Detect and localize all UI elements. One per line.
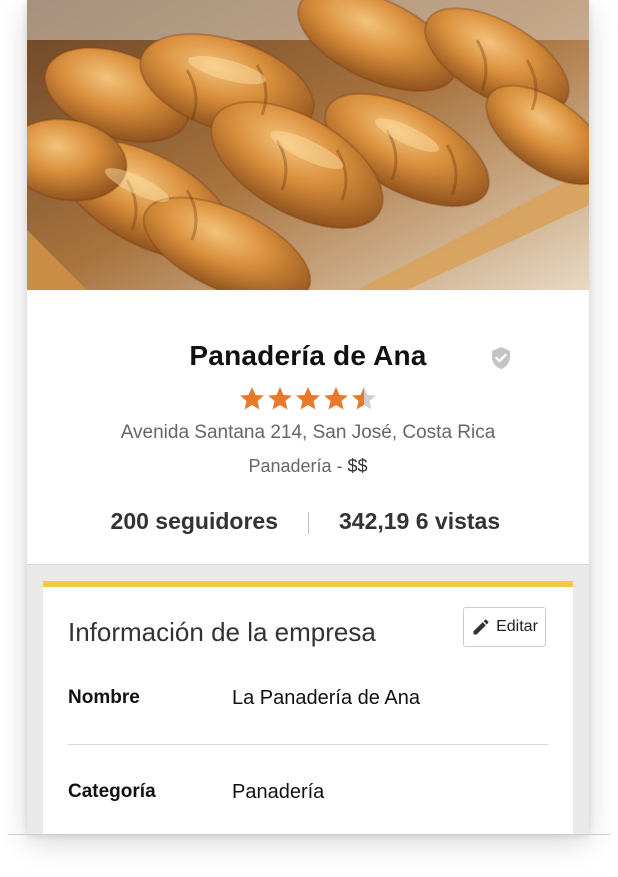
- business-category: Panadería: [248, 456, 332, 476]
- rating-stars: [27, 385, 589, 413]
- star-icon: [296, 387, 320, 410]
- page-bottom-rule: [8, 834, 610, 835]
- business-profile-card: Panadería de Ana Avenida Santana 214, Sa…: [27, 0, 589, 834]
- info-section-background: Información de la empresa Editar Nombre …: [27, 565, 589, 834]
- business-stats: 200 seguidores 342,19 6 vistas: [27, 508, 589, 538]
- business-address: Avenida Santana 214, San José, Costa Ric…: [120, 422, 496, 443]
- info-row-value: Panadería: [232, 781, 325, 803]
- pencil-icon: [473, 619, 489, 635]
- info-row-label: Nombre: [68, 687, 140, 708]
- info-row-value: La Panadería de Ana: [232, 687, 420, 709]
- stats-divider: [308, 512, 309, 534]
- star-icon: [324, 387, 348, 410]
- shield-check-icon: [492, 347, 510, 369]
- info-section-title: Información de la empresa: [68, 617, 376, 647]
- business-info-card: Información de la empresa Editar Nombre …: [43, 581, 573, 834]
- star-rating-graphic: [240, 387, 376, 410]
- star-half-icon: [352, 387, 376, 410]
- info-row-label: Categoría: [68, 781, 156, 802]
- edit-button[interactable]: Editar: [463, 607, 546, 647]
- category-separator: -: [331, 456, 348, 476]
- business-header: Panadería de Ana Avenida Santana 214, Sa…: [27, 290, 589, 565]
- views-count: 342,19 6 vistas: [339, 508, 501, 534]
- category-price-line: Panadería - $$: [27, 456, 589, 477]
- followers-count: 200 seguidores: [110, 508, 278, 534]
- row-divider: [68, 744, 548, 745]
- croissant-illustration: [27, 0, 589, 290]
- edit-button-label: Editar: [496, 618, 538, 635]
- star-icon: [268, 387, 292, 410]
- star-icon: [240, 387, 264, 410]
- hero-photo-croissants: [27, 0, 589, 290]
- price-level: $$: [347, 456, 368, 476]
